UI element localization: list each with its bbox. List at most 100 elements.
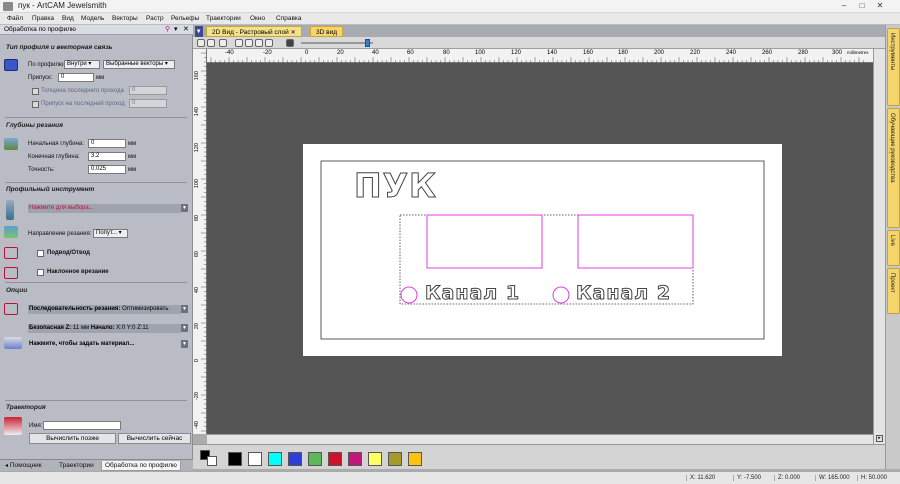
tab-assistant[interactable]: ◂ Помощник <box>2 461 45 471</box>
swatch-black[interactable] <box>228 452 242 466</box>
menu-view[interactable]: Вид <box>62 15 74 22</box>
separator <box>5 117 187 118</box>
lead-label: Подвод/Отвод <box>47 250 90 256</box>
pin-icon[interactable]: ⚲ <box>165 25 170 33</box>
channel-2-text[interactable]: Канал 2 <box>575 282 671 305</box>
section-options: Опции <box>6 287 28 294</box>
transparency-slider-track[interactable] <box>301 42 373 44</box>
secondary-color-icon[interactable] <box>207 456 217 466</box>
tab-3d-view[interactable]: 3D вид <box>310 26 343 37</box>
menu-file[interactable]: Файл <box>7 15 23 22</box>
ruler-top-label: 0 <box>305 50 309 56</box>
tab-live[interactable]: Live <box>887 230 900 266</box>
drawing-canvas[interactable]: ПУК Канал 1 Канал 2 <box>207 63 873 434</box>
panel-menu-icon[interactable]: ▾ <box>174 25 178 33</box>
palette-icon[interactable] <box>286 39 294 47</box>
swatch-red[interactable] <box>328 452 342 466</box>
doc-menu-icon[interactable]: ▾ <box>195 26 203 37</box>
swatch-green[interactable] <box>308 452 322 466</box>
title-vector-text[interactable]: ПУК <box>353 166 437 206</box>
ruler-left-label: 60 <box>194 251 200 258</box>
vertical-scrollbar[interactable]: ▸ <box>873 49 885 444</box>
menu-help[interactable]: Справка <box>276 15 302 22</box>
close-button[interactable]: ✕ <box>874 1 886 11</box>
menu-toolpaths[interactable]: Траектории <box>206 15 241 22</box>
ramp-checkbox[interactable] <box>37 269 44 276</box>
profile-vector-icon <box>4 59 18 71</box>
menu-model[interactable]: Модель <box>81 15 104 22</box>
tab-tutorials[interactable]: Обучающие руководства <box>887 108 900 228</box>
toolpath-icon <box>4 417 22 435</box>
scroll-corner-icon[interactable]: ▸ <box>876 435 883 442</box>
swatch-cyan[interactable] <box>268 452 282 466</box>
horizontal-scrollbar[interactable] <box>207 434 873 444</box>
safe-z-row[interactable]: Безопасная Z: 11 мм Начало: X:0 Y:0 Z:11 <box>28 324 181 333</box>
swatch-yellow[interactable] <box>368 452 382 466</box>
allowance-input[interactable]: 0 <box>58 73 94 82</box>
maximize-button[interactable]: □ <box>856 1 868 11</box>
depth-icon <box>4 138 18 150</box>
end-depth-input[interactable]: 3.2 <box>88 152 126 161</box>
zoom-in-icon[interactable] <box>197 39 205 47</box>
material-dropdown-icon[interactable]: ▼ <box>181 340 188 348</box>
zoom-out-icon[interactable] <box>207 39 215 47</box>
tolerance-input[interactable]: 0.025 <box>88 165 126 174</box>
menu-reliefs[interactable]: Рельефы <box>171 15 199 22</box>
tab-2d-view[interactable]: 2D Вид - Растровый слой ✕ <box>206 26 302 37</box>
menu-edit[interactable]: Правка <box>32 15 54 22</box>
cut-order-dropdown-icon[interactable]: ▼ <box>181 305 188 313</box>
profile-side-select[interactable]: Внутри ▾ <box>64 60 100 69</box>
transparency-slider-thumb[interactable] <box>365 39 370 47</box>
tab-tools[interactable]: Инструменты <box>887 28 900 106</box>
cut-order-icon <box>4 303 18 315</box>
swatch-gold[interactable] <box>408 452 422 466</box>
cut-order-row[interactable]: Последовательность резания: Оптимизирова… <box>28 305 181 314</box>
tab-toolpaths[interactable]: Траектории <box>56 461 97 471</box>
swatch-white[interactable] <box>248 452 262 466</box>
last-pass-thickness-input[interactable]: 0 <box>129 86 167 95</box>
swatch-magenta[interactable] <box>348 452 362 466</box>
calculate-now-button[interactable]: Вычислить сейчас <box>118 433 191 444</box>
pan-icon[interactable] <box>265 39 273 47</box>
lead-checkbox[interactable] <box>37 250 44 257</box>
tab-profile-machining[interactable]: Обработка по профилю <box>101 461 181 471</box>
start-depth-unit: мм <box>128 141 137 147</box>
zoom-all-icon[interactable] <box>245 39 253 47</box>
separator <box>5 400 187 401</box>
tolerance-unit: мм <box>128 167 137 173</box>
menu-raster[interactable]: Растр <box>146 15 164 22</box>
end-depth-label: Конечная глубина: <box>28 154 80 160</box>
view-toolbar <box>193 37 885 49</box>
profile-vectors-select[interactable]: Выбранные векторы ▾ <box>103 60 175 69</box>
ruler-top-label: 120 <box>511 50 522 56</box>
ruler-left-label: -20 <box>194 392 200 400</box>
menu-window[interactable]: Окно <box>250 15 265 22</box>
zoom-model-icon[interactable] <box>255 39 263 47</box>
channel-1-text[interactable]: Канал 1 <box>424 282 520 305</box>
menu-vectors[interactable]: Векторы <box>112 15 138 22</box>
swatch-olive[interactable] <box>388 452 402 466</box>
last-pass-allowance-input[interactable]: 0 <box>129 99 167 108</box>
calculate-later-button[interactable]: Вычислить позже <box>29 433 116 444</box>
zoom-previous-icon[interactable] <box>219 39 227 47</box>
tab-project[interactable]: Проект <box>887 268 900 314</box>
toolpath-name-input[interactable] <box>43 421 121 430</box>
zoom-window-icon[interactable] <box>235 39 243 47</box>
safe-z-dropdown-icon[interactable]: ▼ <box>181 324 188 332</box>
section-profile-type: Тип профиля и векторная связь <box>6 44 113 51</box>
last-pass-thickness-checkbox[interactable] <box>32 88 39 95</box>
cut-direction-select[interactable]: Попут... ▾ <box>93 229 128 238</box>
ruler-left-label: 0 <box>194 359 200 363</box>
last-pass-allowance-checkbox[interactable] <box>32 101 39 108</box>
material-setup[interactable]: Нажмите, чтобы задать материал... <box>28 340 181 349</box>
panel-close-icon[interactable]: ✕ <box>183 25 189 33</box>
ruler-left-label: 120 <box>194 143 200 153</box>
cut-order-value: Оптимизировать <box>122 306 169 312</box>
tool-select-dropdown-icon[interactable]: ▼ <box>181 204 188 212</box>
ruler-top-label: 180 <box>618 50 629 56</box>
minimize-button[interactable]: – <box>838 1 850 11</box>
swatch-blue[interactable] <box>288 452 302 466</box>
start-depth-input[interactable]: 0 <box>88 139 126 148</box>
ruler-top-label: 40 <box>372 50 379 56</box>
tool-select[interactable]: Нажмите для выбора... <box>28 204 181 213</box>
